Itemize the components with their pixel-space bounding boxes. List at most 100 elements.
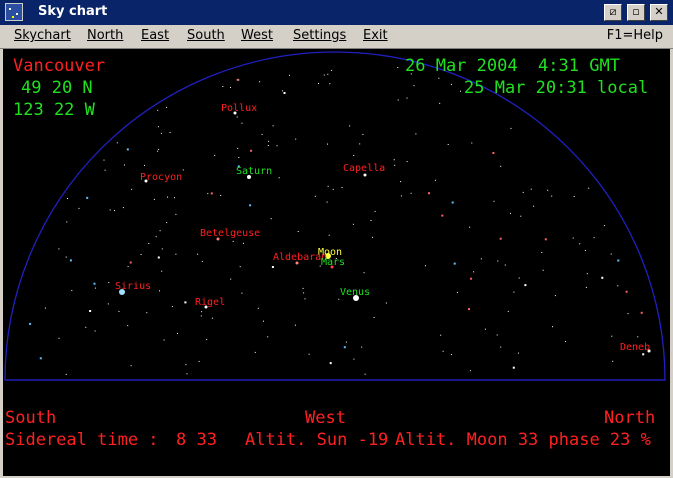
label-sirius: Sirius (115, 281, 152, 292)
star (160, 132, 162, 134)
star (201, 311, 203, 313)
label-mars: Mars (321, 257, 346, 268)
star (460, 90, 461, 92)
star (434, 179, 436, 181)
star (400, 195, 402, 197)
menu-south[interactable]: South (187, 28, 225, 43)
menu-exit[interactable]: Exit (363, 28, 388, 43)
star (572, 237, 574, 239)
star (612, 360, 614, 362)
star (373, 317, 375, 318)
star (451, 354, 452, 356)
star (144, 164, 145, 166)
star (473, 271, 475, 273)
star (352, 223, 354, 225)
star (480, 258, 482, 260)
menu-north[interactable]: North (87, 28, 123, 43)
star (44, 307, 46, 309)
star (533, 205, 535, 207)
star (331, 69, 333, 71)
star (627, 313, 629, 315)
sun-altitude: Altit. Sun -19 (245, 430, 389, 450)
star (447, 144, 449, 145)
star (406, 97, 408, 99)
star (625, 290, 628, 293)
star (552, 326, 553, 328)
star (238, 79, 240, 81)
star (586, 273, 588, 275)
star (155, 236, 157, 238)
star (130, 365, 132, 367)
star (547, 189, 549, 191)
star (642, 353, 645, 356)
star (243, 242, 244, 244)
label-deneb: Deneb (620, 342, 651, 353)
star (109, 209, 111, 211)
menu-east[interactable]: East (141, 28, 169, 43)
star (161, 248, 163, 250)
star (469, 370, 471, 372)
star (184, 301, 187, 304)
minimize-button[interactable]: ▫ (627, 4, 645, 21)
label-betelgeuse: Betelgeuse (200, 228, 261, 239)
horizon-south: South (5, 408, 57, 428)
horizon-west: West (305, 408, 346, 428)
star (126, 148, 129, 151)
star (159, 290, 160, 292)
menu-skychart-label: Skychart (14, 28, 71, 43)
moon-info: Altit. Moon 33 phase 23 % (395, 430, 651, 450)
menu-skychart[interactable]: Skychart (14, 28, 71, 43)
horizon-north: North (604, 408, 656, 428)
star (410, 192, 412, 194)
close-button[interactable]: ✕ (650, 4, 668, 21)
time-gmt: 26 Mar 2004 4:31 GMT (405, 56, 620, 76)
star (276, 145, 278, 147)
star (442, 350, 444, 352)
star (271, 266, 274, 268)
star (372, 236, 373, 238)
star (29, 322, 32, 325)
star (507, 310, 509, 312)
star (456, 291, 458, 293)
star (471, 142, 473, 144)
star (116, 142, 118, 144)
star (166, 222, 168, 224)
star (484, 328, 486, 330)
star (450, 83, 452, 85)
star (530, 188, 532, 190)
star (601, 276, 604, 279)
menu-settings[interactable]: Settings (293, 28, 346, 43)
star (496, 334, 498, 336)
star (338, 298, 340, 300)
star (617, 285, 619, 287)
star (175, 213, 177, 215)
star (349, 125, 351, 127)
star (108, 282, 110, 284)
menu-settings-label: Settings (293, 28, 347, 43)
star (94, 287, 96, 289)
menu-west[interactable]: West (241, 28, 273, 43)
star (359, 143, 361, 145)
star (169, 132, 171, 133)
star (564, 341, 566, 342)
star (329, 83, 331, 85)
label-pollux: Pollux (221, 103, 258, 114)
restore-button[interactable]: ⧄ (604, 4, 622, 21)
star (504, 264, 506, 266)
star (161, 270, 163, 272)
star (332, 188, 334, 190)
star (370, 220, 372, 221)
star (451, 201, 454, 204)
star (78, 207, 80, 209)
star (394, 164, 396, 166)
star (397, 67, 399, 68)
star (510, 127, 512, 129)
sky-chart[interactable]: Vancouver 49 20 N 123 22 W 26 Mar 2004 4… (3, 49, 670, 476)
star (303, 292, 305, 294)
star (353, 155, 355, 156)
star (518, 277, 520, 279)
app-icon (5, 3, 23, 21)
star (250, 149, 253, 152)
star (588, 187, 590, 189)
star (222, 86, 224, 87)
